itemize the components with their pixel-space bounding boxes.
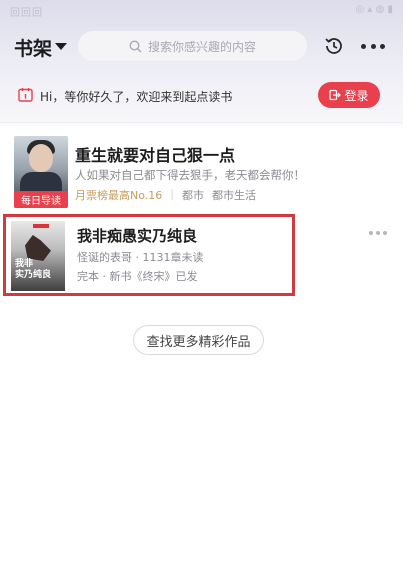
find-more-button[interactable]: 查找更多精彩作品 [133, 325, 264, 355]
book-cover[interactable]: 我非 实乃纯良 [11, 221, 65, 291]
tag: 都市 [181, 189, 204, 202]
more-menu-icon[interactable] [361, 35, 385, 57]
login-label: 登录 [344, 88, 369, 103]
rank-label: 月票榜最高No.16 [75, 189, 163, 202]
book-tags: 月票榜最高No.16 | 都市 都市生活 [75, 187, 256, 202]
welcome-text: Hi，等你好久了，欢迎来到起点读书 [40, 90, 233, 104]
book-description: 人如果对自己都下得去狠手，老天都会帮你！ [75, 168, 305, 182]
bookshelf-title[interactable]: 书架 [14, 34, 52, 61]
book-cover[interactable]: 每日导读 [14, 136, 68, 208]
search-input[interactable]: 搜索你感兴趣的内容 [78, 31, 307, 61]
book-item-shelf[interactable]: 我非 实乃纯良 我非痴愚实乃纯良 怪诞的表哥 · 1131章未读 完本 · 新书《… [3, 214, 295, 296]
book-options-icon[interactable] [369, 230, 387, 236]
welcome-banner: Hi，等你好久了，欢迎来到起点读书 登录 [0, 78, 403, 114]
header: 书架 搜索你感兴趣的内容 [0, 28, 403, 64]
book-item-daily-pick[interactable]: 每日导读 重生就要对自己狠一点 人如果对自己都下得去狠手，老天都会帮你！ 月票榜… [0, 132, 403, 208]
search-icon [129, 39, 142, 52]
history-icon[interactable] [323, 35, 345, 57]
status-bar: 回回回 ◎ ▴ ◍ ▮ [0, 0, 403, 22]
book-title[interactable]: 我非痴愚实乃纯良 [77, 225, 197, 246]
status-right-icons: ◎ ▴ ◍ ▮ [355, 4, 393, 15]
publisher-logo [33, 224, 49, 228]
daily-pick-badge: 每日导读 [14, 191, 68, 208]
calendar-icon [18, 88, 33, 102]
search-placeholder: 搜索你感兴趣的内容 [147, 39, 256, 54]
tag: 都市生活 [211, 189, 256, 202]
dropdown-caret-icon[interactable] [55, 43, 67, 50]
login-icon [329, 89, 342, 101]
status-left-icons: 回回回 [10, 8, 43, 19]
login-button[interactable]: 登录 [318, 82, 380, 108]
divider [0, 122, 403, 123]
book-author-progress: 怪诞的表哥 · 1131章未读 [77, 251, 204, 264]
book-title[interactable]: 重生就要对自己狠一点 [75, 142, 235, 166]
book-status: 完本 · 新书《终宋》已发 [77, 270, 198, 283]
